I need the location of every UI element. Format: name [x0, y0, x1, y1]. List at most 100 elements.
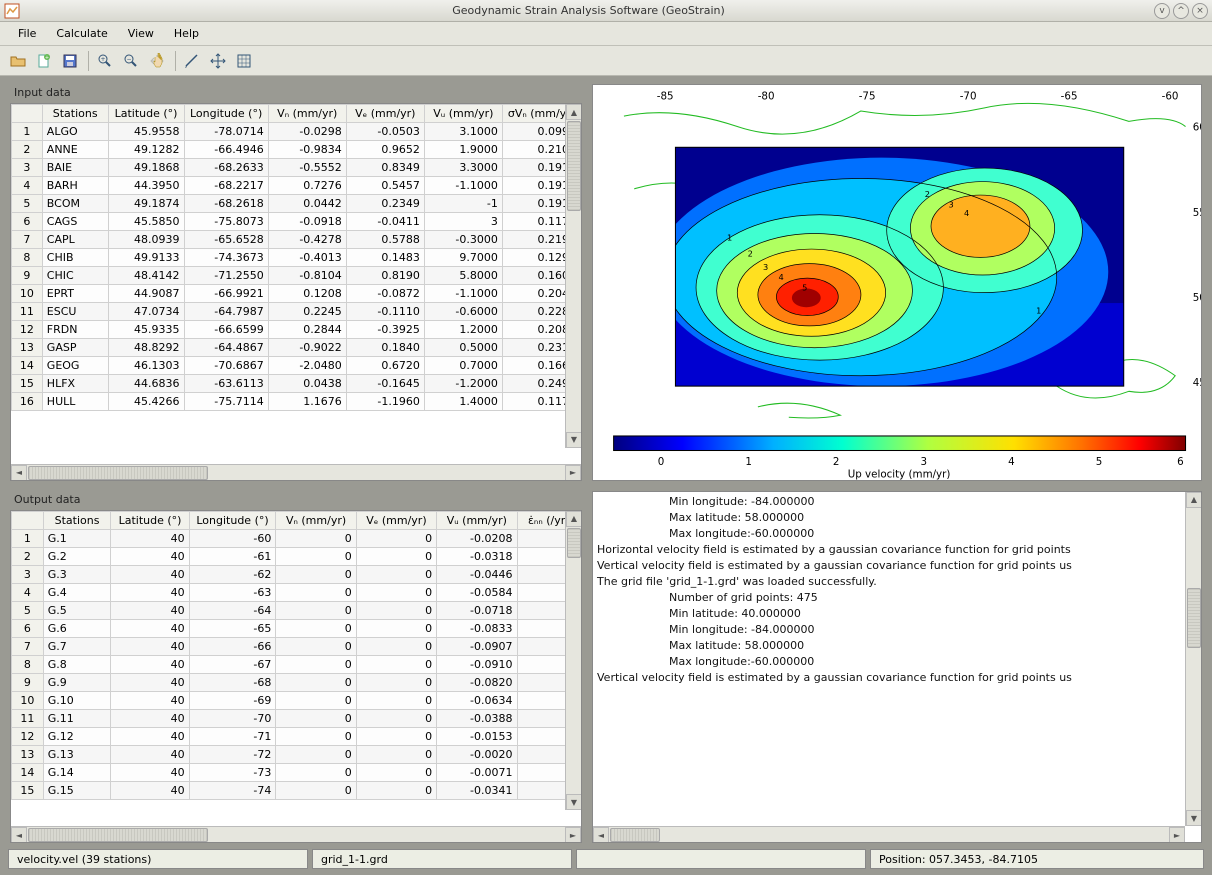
row-number[interactable]: 8	[12, 655, 44, 673]
scroll-down-icon[interactable]: ▼	[566, 794, 581, 810]
cell[interactable]: G.15	[43, 781, 111, 799]
row-number[interactable]: 16	[12, 393, 43, 411]
cell[interactable]: 49.9133	[108, 249, 184, 267]
grid-icon[interactable]	[232, 49, 256, 73]
cell[interactable]: 5.8000	[424, 267, 502, 285]
scroll-down-icon[interactable]: ▼	[1186, 810, 1202, 826]
table-row[interactable]: 1G.140-6000-0.0208	[12, 529, 581, 547]
zoom-out-icon[interactable]: −	[119, 49, 143, 73]
cell[interactable]: 0	[356, 529, 436, 547]
cell[interactable]: -61	[189, 547, 276, 565]
cell[interactable]: 0	[276, 691, 356, 709]
cell[interactable]: 0	[276, 673, 356, 691]
table-row[interactable]: 5BCOM49.1874-68.26180.04420.2349-10.1913	[12, 195, 581, 213]
cell[interactable]: 40	[111, 673, 189, 691]
cell[interactable]: -0.0208	[437, 529, 517, 547]
cell[interactable]: HLFX	[42, 375, 108, 393]
table-row[interactable]: 10EPRT44.9087-66.99210.1208-0.0872-1.100…	[12, 285, 581, 303]
cell[interactable]: 44.6836	[108, 375, 184, 393]
cell[interactable]: -69	[189, 691, 276, 709]
cell[interactable]: -0.9022	[268, 339, 346, 357]
cell[interactable]: -0.0910	[437, 655, 517, 673]
cell[interactable]: 3.1000	[424, 123, 502, 141]
row-number[interactable]: 1	[12, 123, 43, 141]
table-row[interactable]: 4G.440-6300-0.0584	[12, 583, 581, 601]
cell[interactable]: G.4	[43, 583, 111, 601]
cell[interactable]: -73	[189, 763, 276, 781]
vertical-scrollbar[interactable]: ▲ ▼	[565, 104, 581, 448]
table-row[interactable]: 8CHIB49.9133-74.3673-0.40130.14839.70000…	[12, 249, 581, 267]
column-header[interactable]: Stations	[42, 105, 108, 123]
cell[interactable]: -0.5552	[268, 159, 346, 177]
row-number[interactable]: 12	[12, 727, 44, 745]
scroll-up-icon[interactable]: ▲	[566, 511, 581, 527]
table-row[interactable]: 8G.840-6700-0.0910	[12, 655, 581, 673]
cell[interactable]: -67	[189, 655, 276, 673]
cell[interactable]: BCOM	[42, 195, 108, 213]
cell[interactable]: -0.3000	[424, 231, 502, 249]
cell[interactable]: 49.1868	[108, 159, 184, 177]
cell[interactable]: 0.1208	[268, 285, 346, 303]
cell[interactable]: 0	[356, 745, 436, 763]
cell[interactable]: -65.6528	[184, 231, 268, 249]
cell[interactable]: 0	[356, 673, 436, 691]
cell[interactable]: 0	[276, 565, 356, 583]
cell[interactable]: 49.1874	[108, 195, 184, 213]
cell[interactable]: CAGS	[42, 213, 108, 231]
cell[interactable]: 0	[276, 619, 356, 637]
cell[interactable]: -66.4946	[184, 141, 268, 159]
cell[interactable]: 3.3000	[424, 159, 502, 177]
cell[interactable]: -0.4278	[268, 231, 346, 249]
cell[interactable]: 40	[111, 565, 189, 583]
cell[interactable]: 40	[111, 547, 189, 565]
cell[interactable]: 40	[111, 691, 189, 709]
cell[interactable]: BARH	[42, 177, 108, 195]
cell[interactable]: -64.4867	[184, 339, 268, 357]
table-row[interactable]: 14G.1440-7300-0.0071	[12, 763, 581, 781]
vertical-scrollbar[interactable]: ▲ ▼	[1185, 492, 1201, 826]
column-header[interactable]: Vₑ (mm/yr)	[346, 105, 424, 123]
table-row[interactable]: 11G.1140-7000-0.0388	[12, 709, 581, 727]
cell[interactable]: 0.2844	[268, 321, 346, 339]
cell[interactable]: 0	[356, 781, 436, 799]
row-number[interactable]: 5	[12, 601, 44, 619]
cell[interactable]: 0	[356, 763, 436, 781]
output-table[interactable]: StationsLatitude (°)Longitude (°)Vₙ (mm/…	[11, 511, 581, 800]
cell[interactable]: 40	[111, 763, 189, 781]
cell[interactable]: -0.0872	[346, 285, 424, 303]
cell[interactable]: G.7	[43, 637, 111, 655]
cell[interactable]: G.3	[43, 565, 111, 583]
row-number[interactable]: 11	[12, 709, 44, 727]
cell[interactable]: -60	[189, 529, 276, 547]
cell[interactable]: -75.7114	[184, 393, 268, 411]
row-number[interactable]: 7	[12, 231, 43, 249]
scroll-left-icon[interactable]: ◄	[11, 465, 27, 481]
cell[interactable]: 44.9087	[108, 285, 184, 303]
cell[interactable]: 0.8349	[346, 159, 424, 177]
table-row[interactable]: 4BARH44.3950-68.22170.72760.5457-1.10000…	[12, 177, 581, 195]
cell[interactable]: 49.1282	[108, 141, 184, 159]
cell[interactable]: -63.6113	[184, 375, 268, 393]
column-header[interactable]: Vₑ (mm/yr)	[356, 511, 436, 529]
cell[interactable]: 0	[276, 547, 356, 565]
cell[interactable]: -66	[189, 637, 276, 655]
cell[interactable]: -0.0718	[437, 601, 517, 619]
cell[interactable]: -0.9834	[268, 141, 346, 159]
row-number[interactable]: 11	[12, 303, 43, 321]
cell[interactable]: 45.9558	[108, 123, 184, 141]
cell[interactable]: CHIB	[42, 249, 108, 267]
cell[interactable]: -1.1000	[424, 177, 502, 195]
column-header[interactable]: Vₙ (mm/yr)	[276, 511, 356, 529]
cell[interactable]: 40	[111, 583, 189, 601]
cell[interactable]: -68.2217	[184, 177, 268, 195]
cell[interactable]: G.1	[43, 529, 111, 547]
table-row[interactable]: 12G.1240-7100-0.0153	[12, 727, 581, 745]
cell[interactable]: 48.4142	[108, 267, 184, 285]
cell[interactable]: -68.2618	[184, 195, 268, 213]
cell[interactable]: CHIC	[42, 267, 108, 285]
cell[interactable]: -71.2550	[184, 267, 268, 285]
cell[interactable]: 0	[276, 601, 356, 619]
close-button[interactable]: ×	[1192, 3, 1208, 19]
cell[interactable]: -68.2633	[184, 159, 268, 177]
cell[interactable]: 1.4000	[424, 393, 502, 411]
